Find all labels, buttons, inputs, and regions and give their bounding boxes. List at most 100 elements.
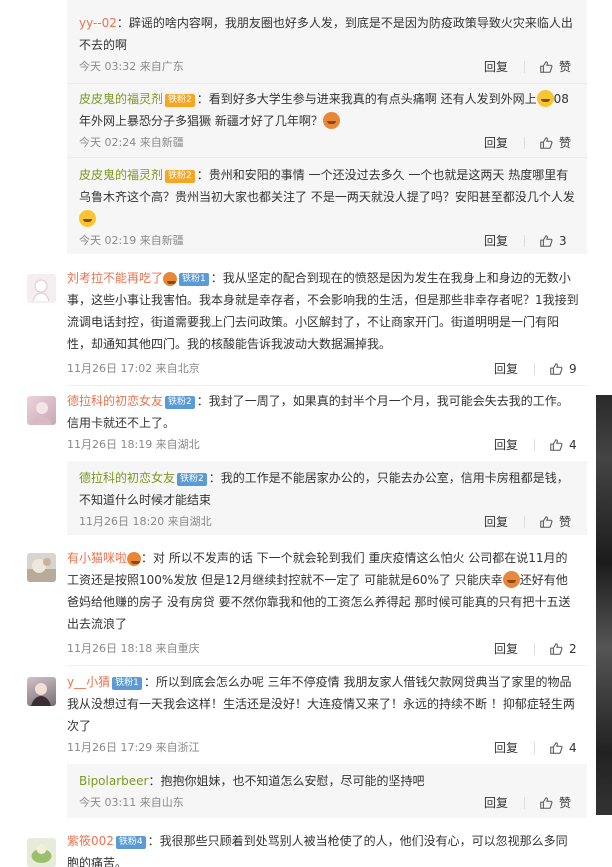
comment-time: 11月26日 18:18 来自重庆 [67, 642, 200, 655]
reply-button[interactable]: 回复 [484, 56, 508, 78]
fan-badge[interactable]: 铁粉2 [165, 170, 195, 183]
comment-feed: yy--02：辟谣的啥内容啊，我朋友圈也好多人发，到底是不是因为防疫政策导致火灾… [12, 0, 592, 867]
fan-badge[interactable]: 铁粉2 [165, 396, 195, 409]
reply-actions: 回复 赞 [484, 792, 577, 814]
fan-badge[interactable]: 铁粉1 [179, 273, 209, 286]
reply-text: 德拉科的初恋女友 铁粉2 ：我的工作是不能居家办公的，只能去办公室，信用卡房租都是钱… [79, 467, 575, 511]
like-count: 赞 [559, 60, 572, 74]
like-count: 2 [569, 642, 577, 656]
reply-text: Bipolarbeer：抱抱你姐妹，也不知道怎么安慰，尽可能的坚持吧 [79, 770, 575, 792]
reply-body: ：看到好多大学生参与进来我真的有点头痛啊 还有人发到外网上 [196, 92, 537, 106]
surprised-emoji-icon [79, 210, 96, 227]
reply-body: ：抱抱你姐妹，也不知道怎么安慰，尽可能的坚持吧 [148, 774, 425, 788]
comment-text: 刘考拉不能再吃了 铁粉1 ：我从坚定的配合到现在的愤怒是因为发生在我身上和身边的无数… [67, 267, 579, 355]
reply-button[interactable]: 回复 [484, 792, 508, 814]
fan-badge[interactable]: 铁粉1 [112, 677, 142, 690]
comment-body: ：对 所以不发声的话 下一个就会轮到我们 重庆疫情这么怕火 公司都在说11月的工… [67, 551, 568, 587]
reply-time: 今天 03:11 来自山东 [79, 796, 184, 809]
reply-text: 皮皮鬼的福灵剂 铁粉2 ：贵州和安阳的事情 一个还没过去多久 一个也就是这两天 热度… [79, 164, 575, 230]
avatar[interactable] [27, 677, 56, 706]
reply-button[interactable]: 回复 [494, 638, 518, 660]
reply-button[interactable]: 回复 [484, 132, 508, 154]
comment-time: 11月26日 17:02 来自北京 [67, 362, 200, 375]
thumbs-up-icon[interactable] [549, 741, 563, 755]
reply-actions: 回复 赞 [484, 132, 577, 154]
comment-meta: 11月26日 18:18 来自重庆 回复 2 [67, 638, 587, 660]
comment-username[interactable]: 有小猫咪啦 [67, 551, 127, 565]
action-divider [524, 61, 525, 73]
thumbs-up-icon[interactable] [539, 234, 553, 248]
reply-button[interactable]: 回复 [484, 230, 508, 252]
reply-meta: 今天 02:24 来自新疆 回复 赞 [79, 132, 587, 154]
action-divider [534, 742, 535, 754]
reply-username[interactable]: 德拉科的初恋女友 [79, 471, 175, 485]
reply-item: 皮皮鬼的福灵剂 铁粉2 ：贵州和安阳的事情 一个还没过去多久 一个也就是这两天 热度… [67, 157, 587, 254]
comment-actions: 回复 4 [494, 737, 587, 759]
thumbs-up-icon[interactable] [539, 515, 553, 529]
reply-body: ：辟谣的啥内容啊，我朋友圈也好多人发，到底是不是因为防疫政策导致火灾来临人出不去… [79, 16, 573, 52]
reply-button[interactable]: 回复 [484, 511, 508, 533]
reply-meta: 今天 03:32 来自广东 回复 赞 [79, 56, 587, 78]
comment-username[interactable]: 德拉科的初恋女友 [67, 394, 163, 408]
comment-time: 11月26日 17:29 来自浙江 [67, 741, 200, 754]
divider [67, 665, 587, 666]
comment-text: 紫筱002 铁粉4 ：我很那些只顾着到处骂别人被当枪使了的人，他们没有心，可以忽视那… [67, 830, 579, 867]
vip-icon [127, 552, 142, 566]
reply-item: yy--02：辟谣的啥内容啊，我朋友圈也好多人发，到底是不是因为防疫政策导致火灾… [67, 0, 587, 83]
like-count: 4 [569, 741, 577, 755]
comment-meta: 11月26日 17:29 来自浙江 回复 4 [67, 737, 587, 759]
reply-meta: 11月26日 18:20 来自湖北 回复 赞 [79, 511, 587, 533]
reply-button[interactable]: 回复 [494, 737, 518, 759]
comment-meta: 11月26日 18:19 来自湖北 回复 4 [67, 434, 587, 456]
thumbs-up-icon[interactable] [549, 438, 563, 452]
thumbs-up-icon[interactable] [539, 60, 553, 74]
reply-username[interactable]: 皮皮鬼的福灵剂 [79, 168, 163, 182]
thumbs-up-icon[interactable] [549, 642, 563, 656]
comment-text: y__小猜 铁粉1 ：所以到底会怎么办呢 三年不停疫情 我朋友家人借钱欠款网贷典当了… [67, 671, 579, 737]
comment-username[interactable]: y__小猜 [67, 675, 110, 689]
reply-username[interactable]: Bipolarbeer [79, 774, 148, 788]
reply-username[interactable]: yy--02 [79, 16, 117, 30]
action-divider [534, 643, 535, 655]
avatar[interactable] [27, 274, 56, 303]
reply-item: 德拉科的初恋女友 铁粉2 ：我的工作是不能居家办公的，只能去办公室，信用卡房租都是钱… [67, 461, 587, 535]
reply-actions: 回复 赞 [484, 511, 577, 533]
thumbs-up-icon[interactable] [549, 362, 563, 376]
reply-button[interactable]: 回复 [494, 358, 518, 380]
reply-meta: 今天 03:11 来自山东 回复 赞 [79, 792, 587, 814]
fan-badge[interactable]: 铁粉2 [165, 94, 195, 107]
comment-text: 德拉科的初恋女友 铁粉2 ：我封了一周了，如果真的封半个月一个月，我可能会失去我的工… [67, 390, 579, 434]
action-divider [534, 439, 535, 451]
comment-username[interactable]: 刘考拉不能再吃了 [67, 271, 163, 285]
comment-text: 有小猫咪啦 ：对 所以不发声的话 下一个就会轮到我们 重庆疫情这么怕火 公司都在说… [67, 547, 579, 635]
action-divider [524, 797, 525, 809]
reply-text: yy--02：辟谣的啥内容啊，我朋友圈也好多人发，到底是不是因为防疫政策导致火灾… [79, 12, 575, 56]
thumbs-up-icon[interactable] [539, 136, 553, 150]
reply-actions: 回复 3 [484, 230, 577, 252]
comment-meta: 11月26日 17:02 来自北京 回复 9 [67, 358, 587, 380]
thumbs-up-icon[interactable] [539, 796, 553, 810]
reply-time: 今天 03:32 来自广东 [79, 60, 184, 73]
action-divider [524, 235, 525, 247]
fan-badge[interactable]: 铁粉2 [177, 473, 207, 486]
avatar[interactable] [27, 396, 56, 425]
like-count: 3 [559, 234, 567, 248]
like-count: 赞 [559, 136, 572, 150]
like-count: 赞 [559, 515, 572, 529]
vip-icon [163, 272, 178, 286]
like-count: 4 [569, 438, 577, 452]
avatar[interactable] [27, 553, 56, 582]
comment-actions: 回复 4 [494, 434, 587, 456]
reply-time: 11月26日 18:20 来自湖北 [79, 515, 212, 528]
background-photo [596, 395, 612, 815]
avatar[interactable] [27, 838, 56, 867]
tangerine-emoji-icon [502, 571, 520, 588]
reply-button[interactable]: 回复 [494, 434, 518, 456]
reply-username[interactable]: 皮皮鬼的福灵剂 [79, 92, 163, 106]
smile-emoji-icon [536, 90, 554, 107]
comment-username[interactable]: 紫筱002 [67, 834, 114, 848]
fan-badge[interactable]: 铁粉4 [115, 836, 146, 849]
action-divider [524, 516, 525, 528]
reply-item: Bipolarbeer：抱抱你姐妹，也不知道怎么安慰，尽可能的坚持吧 今天 03… [67, 764, 587, 818]
reply-time: 今天 02:24 来自新疆 [79, 136, 184, 149]
